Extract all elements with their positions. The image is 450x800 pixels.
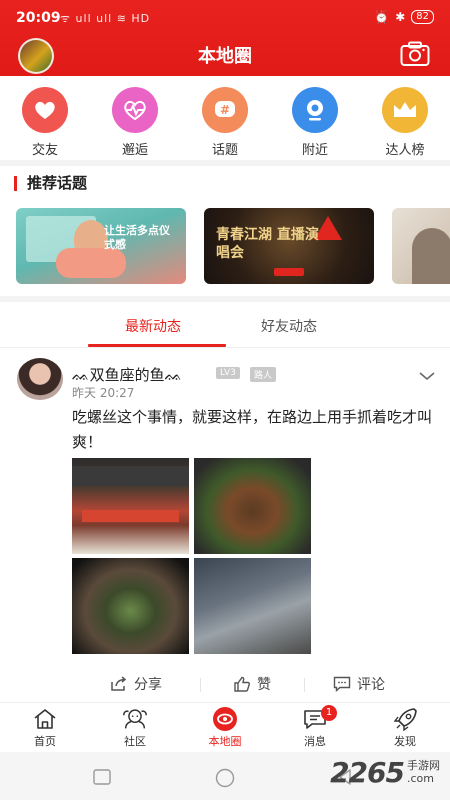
rocket-icon <box>391 707 419 731</box>
category-label: 附近 <box>301 143 328 158</box>
nav-label: 发现 <box>394 735 416 748</box>
share-icon <box>111 676 127 691</box>
post-time: 昨天 20:27 <box>72 386 135 400</box>
camera-icon[interactable] <box>400 41 430 67</box>
hashtag-icon: # <box>202 87 248 133</box>
topic-banner[interactable] <box>392 208 450 284</box>
post-avatar[interactable] <box>17 358 63 400</box>
recent-apps-icon[interactable] <box>92 768 112 786</box>
nav-label: 社区 <box>124 735 146 748</box>
nav-local-circle[interactable]: 本地圈 <box>180 703 270 752</box>
page-title: 本地圈 <box>198 46 252 67</box>
post-photo[interactable] <box>194 458 311 554</box>
shop-banner-shape <box>82 510 179 522</box>
battery-icon: 82 <box>411 10 434 24</box>
home-icon <box>31 707 59 731</box>
category-leaderboard[interactable]: 达人榜 <box>360 82 450 158</box>
comment-label: 评论 <box>357 677 385 693</box>
tab-friends[interactable]: 好友动态 <box>261 316 317 336</box>
community-icon <box>121 707 149 731</box>
nav-home[interactable]: 首页 <box>0 703 90 752</box>
local-circle-icon <box>211 707 239 731</box>
chevron-down-icon[interactable] <box>418 370 436 382</box>
status-right-icons: ⏰ ✱ 82 <box>374 10 434 24</box>
banner-text: 青春江湖 直播演唱会 <box>216 227 319 261</box>
post-text: 吃螺丝这个事情，就要这样，在路边上用手抓着吃才叫爽！ <box>72 408 433 451</box>
share-label: 分享 <box>134 677 162 693</box>
message-icon: 1 <box>301 705 337 731</box>
home-circle-icon[interactable] <box>214 768 236 788</box>
bluetooth-icon: ✱ <box>395 10 406 24</box>
heart-chat-icon <box>22 87 68 133</box>
category-label: 邂逅 <box>121 143 148 158</box>
category-encounter[interactable]: 邂逅 <box>90 82 180 158</box>
action-divider <box>200 678 201 692</box>
nav-messages[interactable]: 1 消息 <box>270 703 360 752</box>
banner-button-shape <box>274 268 304 276</box>
section-title-recommended: 推荐话题 <box>14 176 87 191</box>
divider <box>0 160 450 166</box>
watermark-site: 手游网 <box>407 759 440 772</box>
sofa-shape <box>56 248 126 278</box>
nav-discover[interactable]: 发现 <box>360 703 450 752</box>
post-author-name[interactable]: ᨐ双鱼座的鱼ᨐ <box>72 364 182 385</box>
bottom-nav: 首页 社区 本地圈 1 消息 发现 <box>0 702 450 752</box>
nav-label: 本地圈 <box>208 735 242 748</box>
tab-latest[interactable]: 最新动态 <box>125 316 181 336</box>
signal-icons: ᯤ ull ull ≋ HD <box>60 12 151 25</box>
figure-shape <box>412 228 450 284</box>
topic-banner[interactable]: 青春江湖 直播演唱会 <box>204 208 374 284</box>
comment-button[interactable]: 评论 <box>333 674 385 694</box>
post-photo[interactable] <box>72 558 189 654</box>
nav-community[interactable]: 社区 <box>90 703 180 752</box>
feed-tabs: 最新动态 好友动态 <box>0 306 450 348</box>
message-count-badge: 1 <box>321 705 337 721</box>
crown-icon <box>382 87 428 133</box>
watermark-text: 手游网 .com <box>407 759 440 785</box>
action-divider <box>304 678 305 692</box>
alarm-icon: ⏰ <box>374 10 390 24</box>
site-watermark: 2265 手游网 .com <box>330 752 440 792</box>
comment-icon <box>333 676 351 692</box>
app-header: 20:09 ᯤ ull ull ≋ HD ⏰ ✱ 82 本地圈 <box>0 0 450 76</box>
svg-text:#: # <box>220 103 230 117</box>
watermark-number: 2265 <box>330 755 405 789</box>
thumbs-up-icon <box>234 676 250 692</box>
app-screen: 20:09 ᯤ ull ull ≋ HD ⏰ ✱ 82 本地圈 交友 邂逅 # … <box>0 0 450 800</box>
topic-banner-carousel[interactable]: 让生活多点仪式感 青春江湖 直播演唱会 <box>16 208 450 284</box>
category-label: 话题 <box>211 143 238 158</box>
category-friends[interactable]: 交友 <box>0 82 90 158</box>
shop-sign-shape <box>72 466 189 486</box>
level-badge: LV3 <box>216 367 240 379</box>
like-button[interactable]: 赞 <box>233 674 271 694</box>
category-nearby[interactable]: 附近 <box>270 82 360 158</box>
location-icon <box>292 87 338 133</box>
share-button[interactable]: 分享 <box>110 674 162 694</box>
category-label: 达人榜 <box>385 143 425 158</box>
banner-text: 让生活多点仪式感 <box>104 224 170 251</box>
category-label: 交友 <box>31 143 58 158</box>
like-label: 赞 <box>257 677 271 693</box>
category-topics[interactable]: # 话题 <box>180 82 270 158</box>
nav-label: 首页 <box>34 735 56 748</box>
heartbeat-icon <box>112 87 158 133</box>
category-row: 交友 邂逅 # 话题 附近 达人榜 <box>0 82 450 158</box>
watermark-suffix: .com <box>407 772 434 785</box>
nav-label: 消息 <box>304 735 326 748</box>
post-actions: 分享 赞 评论 <box>0 668 450 702</box>
post-photo[interactable] <box>72 458 189 554</box>
role-badge: 路人 <box>250 367 277 382</box>
post-photo[interactable] <box>194 558 311 654</box>
tab-indicator <box>88 344 226 347</box>
status-bar: 20:09 ᯤ ull ull ≋ HD ⏰ ✱ 82 <box>0 0 450 34</box>
divider <box>0 296 450 302</box>
status-time: 20:09 <box>16 10 61 26</box>
topic-banner[interactable]: 让生活多点仪式感 <box>16 208 186 284</box>
